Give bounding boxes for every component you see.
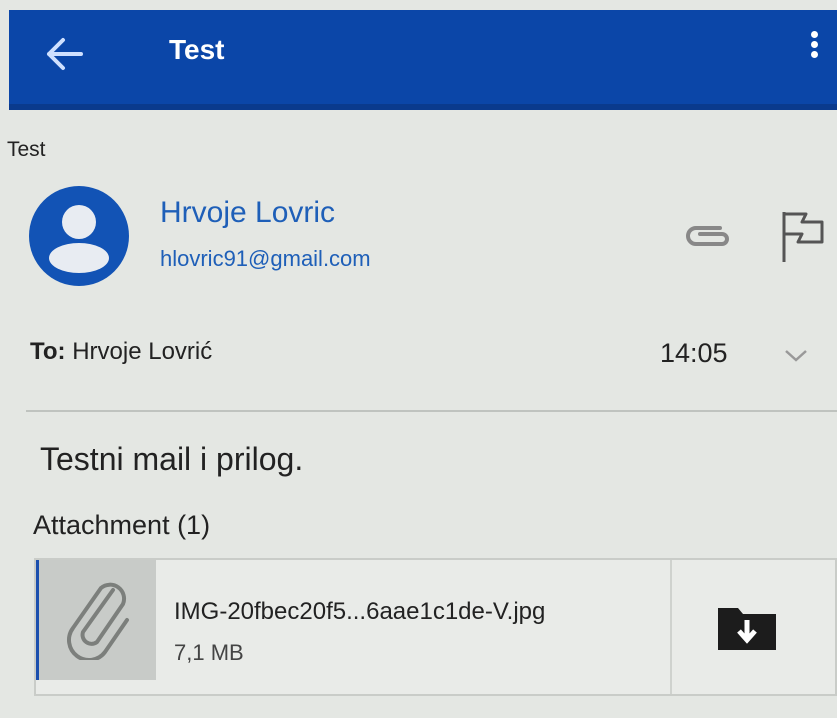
expand-details-button[interactable]	[782, 344, 810, 366]
app-title: Test	[169, 34, 225, 65]
attachment-indicator	[682, 218, 732, 254]
message-body: Testni mail i prilog.	[40, 441, 304, 477]
paperclip-icon	[67, 582, 129, 660]
attachment-file-name: IMG-20fbec20f5...6aae1c1de-V.jpg	[174, 598, 546, 625]
download-button[interactable]	[716, 602, 778, 652]
sender-name[interactable]: Hrvoje Lovric	[160, 196, 335, 230]
more-vert-icon	[810, 31, 818, 38]
divider	[26, 410, 837, 412]
app-bar: Test	[9, 10, 837, 110]
sender-avatar[interactable]	[29, 186, 129, 286]
attachment-item[interactable]: IMG-20fbec20f5...6aae1c1de-V.jpg 7,1 MB	[34, 558, 837, 696]
attachment-thumbnail[interactable]	[36, 560, 156, 680]
back-button[interactable]	[45, 32, 85, 76]
card-separator	[670, 560, 672, 694]
attachments-heading: Attachment (1)	[33, 510, 211, 540]
recipient-row: To: Hrvoje Lovrić	[30, 338, 212, 366]
folder-download-icon	[718, 608, 776, 650]
recipient-name: Hrvoje Lovrić	[72, 338, 213, 365]
person-avatar-icon	[29, 186, 129, 286]
subject-label: Test	[7, 138, 46, 161]
paperclip-icon	[686, 226, 729, 246]
chevron-down-icon	[785, 350, 807, 362]
flag-button[interactable]	[776, 208, 826, 264]
arrow-left-icon	[47, 38, 83, 70]
sender-email[interactable]: hlovric91@gmail.com	[160, 246, 371, 272]
to-label: To:	[30, 338, 66, 365]
attachment-file-size: 7,1 MB	[174, 640, 244, 665]
message-time: 14:05	[660, 338, 728, 368]
more-options-button[interactable]	[807, 28, 821, 78]
flag-icon	[782, 212, 824, 262]
